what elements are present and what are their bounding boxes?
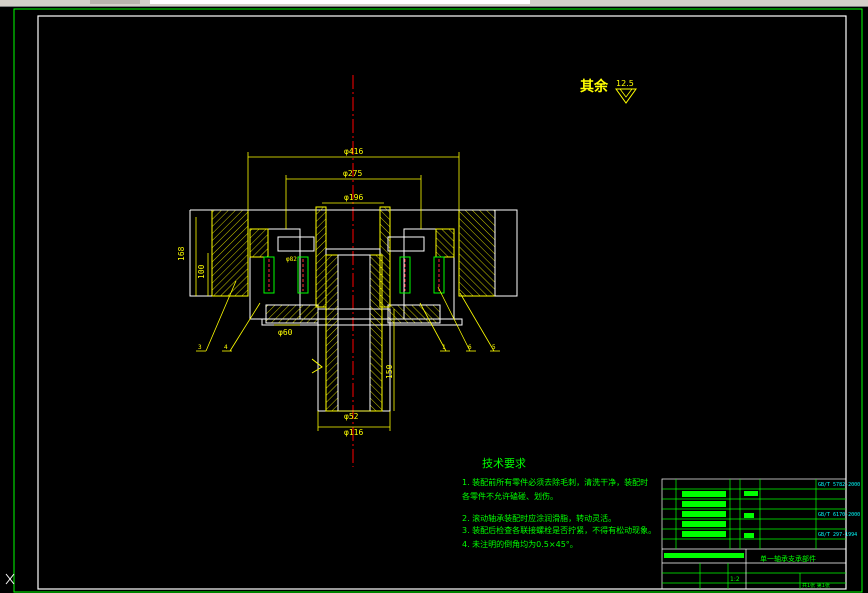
tech-requirements: 技术要求 1. 装配前所有零件必须去除毛刺，清洗干净，装配时 各零件不允许磕碰、…: [462, 457, 656, 549]
callout-5: 5: [492, 344, 496, 351]
callout-6: 6: [468, 344, 472, 351]
outer-frame: [13, 8, 863, 593]
shaft-wall-left: [325, 254, 339, 412]
dim-h150: 150: [385, 364, 394, 379]
drawing-name: 单一轴承支承部件: [760, 554, 816, 563]
roughness-label: 其余: [580, 78, 609, 95]
dim-d275: φ275: [343, 169, 362, 178]
ucs-x-icon: [5, 573, 15, 585]
title-block-fills: [664, 491, 758, 558]
dim-d82: φ82: [286, 256, 297, 263]
seat-hatch-right: [435, 228, 455, 258]
tech-item-4: 4. 未注明的倒角均为0.5×45°。: [462, 539, 578, 549]
callout-1: 1: [442, 344, 446, 351]
command-field[interactable]: [150, 0, 530, 4]
drawing-scale: 1:2: [730, 576, 740, 583]
standard-2: GB/T 6170-2000: [818, 512, 860, 518]
housing-left: [211, 209, 249, 297]
shaft-bore: [337, 254, 371, 412]
roughness-value: 12.5: [616, 79, 634, 88]
dim-d60: φ60: [278, 328, 293, 337]
cover-right: [387, 304, 441, 324]
callout-3: 3: [198, 344, 202, 351]
tech-item-2: 2. 滚动轴承装配时应涂润滑脂，转动灵活。: [462, 513, 616, 523]
nut-right: [387, 236, 425, 252]
standard-1: GB/T 5782-2000: [818, 482, 860, 488]
sheet-info: 共1张 第1张: [802, 582, 830, 589]
dim-d416: φ416: [344, 147, 363, 156]
callout-4: 4: [224, 344, 228, 351]
roughness-inner-icon: [619, 88, 633, 98]
dim-h168: 168: [177, 246, 186, 261]
shaft-wall-right: [369, 254, 383, 412]
seat-hatch-left: [249, 228, 269, 258]
housing-right: [458, 209, 496, 297]
cad-drawing-canvas[interactable]: 其余 12.5 φ416 φ275 φ196 168 100 φ60 φ82 φ…: [0, 7, 868, 593]
cover-left: [265, 304, 319, 324]
sleeve-left: [315, 206, 327, 308]
cad-toolbar-strip: [0, 0, 868, 7]
toolbar-button[interactable]: [90, 0, 140, 4]
dim-d116: φ116: [344, 428, 363, 437]
tech-item-1b: 各零件不允许磕碰、划伤。: [462, 491, 558, 501]
tech-item-3: 3. 装配后检查各联接螺栓是否拧紧，不得有松动现象。: [462, 525, 656, 535]
dim-d196: φ196: [344, 193, 363, 202]
section-arrow-icon: [311, 358, 323, 374]
dim-h100: 100: [197, 264, 206, 279]
dim-d52: φ52: [344, 412, 359, 421]
tech-item-1: 1. 装配前所有零件必须去除毛刺，清洗干净，装配时: [462, 477, 648, 487]
roughness-symbol-icon: [615, 88, 637, 104]
nut-left: [277, 236, 315, 252]
standard-3: GB/T 297-1994: [818, 532, 857, 538]
tech-title: 技术要求: [482, 457, 526, 470]
